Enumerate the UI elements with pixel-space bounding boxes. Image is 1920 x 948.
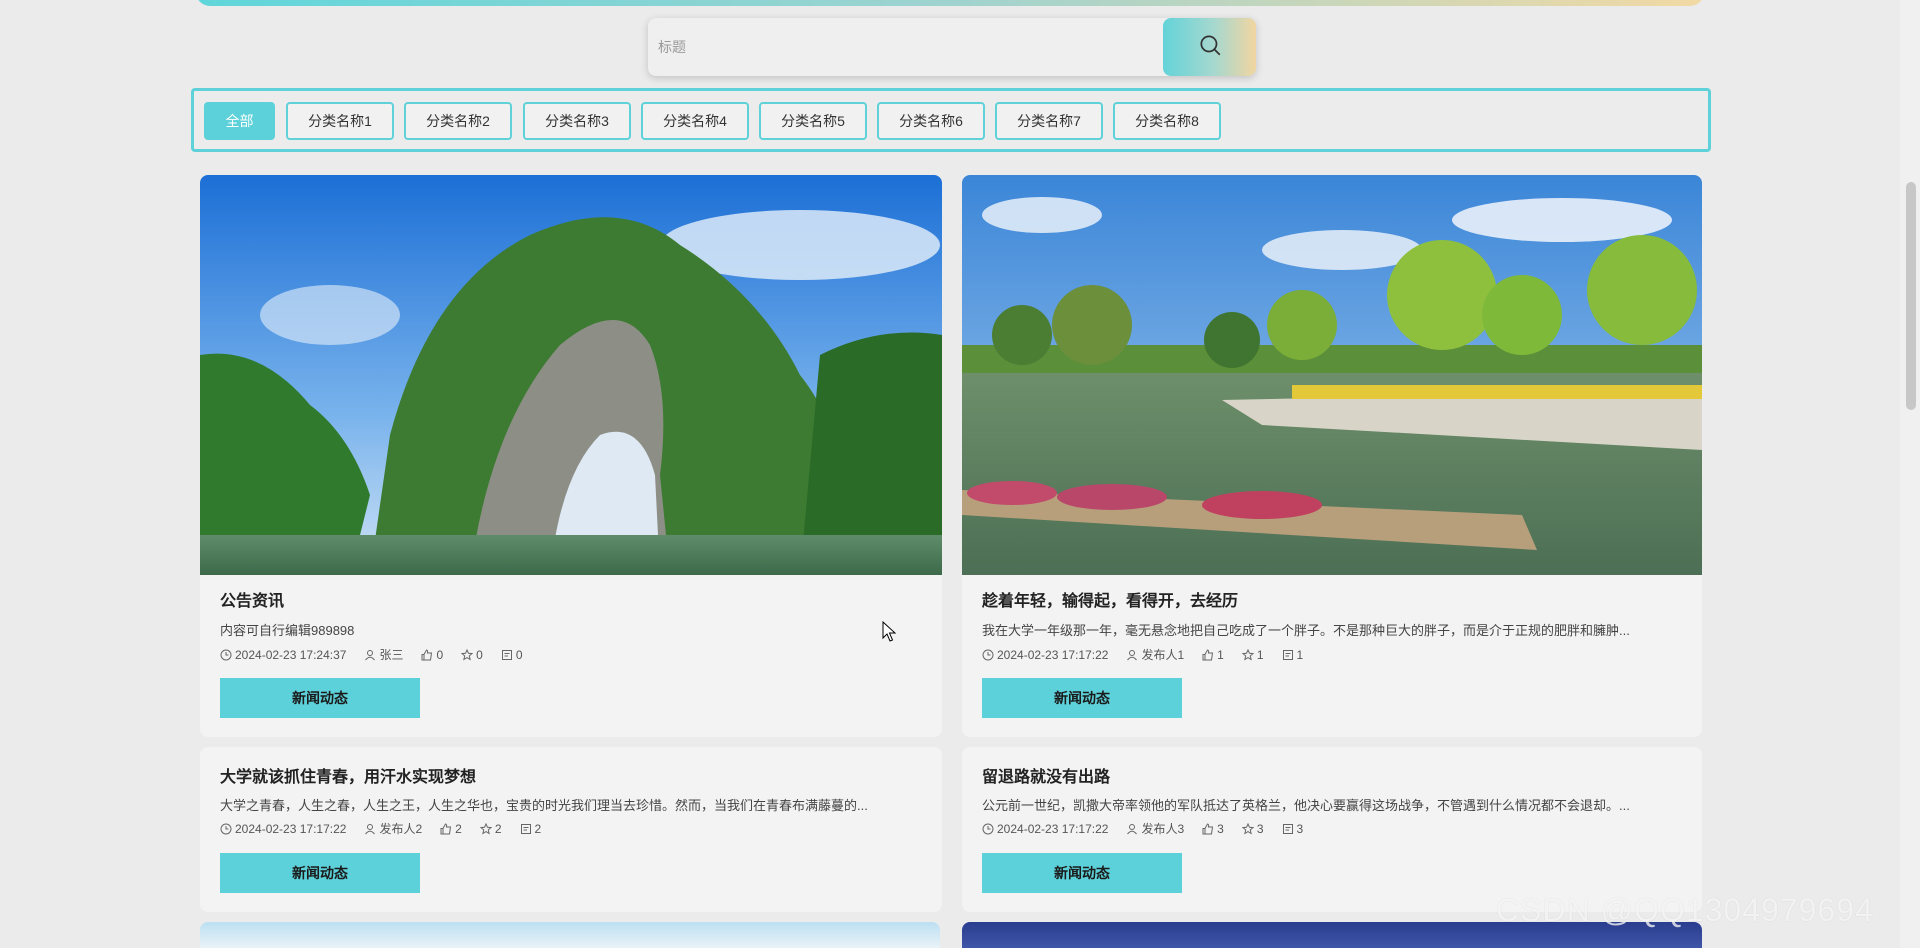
card-comments: 1 [1296,647,1304,662]
card-title[interactable]: 大学就该抓住青春，用汗水实现梦想 [220,763,476,787]
card-meta: 2024-02-23 17:17:22 发布人2 2 2 2 [220,820,559,837]
clock-icon [220,823,232,835]
card-meta: 2024-02-23 17:17:22 发布人3 3 3 3 [982,820,1321,837]
card-favorites: 1 [1256,647,1264,662]
news-card[interactable]: 留退路就没有出路 公元前一世纪，凯撒大帝率领他的军队抵达了英格兰，他决心要赢得这… [962,747,1702,912]
watermark: CSDN @QQ1304979694 [1496,892,1874,928]
category-3[interactable]: 分类名称3 [523,102,631,140]
clock-icon [220,649,232,661]
card-likes: 1 [1217,647,1224,662]
news-category-button[interactable]: 新闻动态 [220,853,420,893]
star-icon[interactable] [461,648,474,661]
news-category-button[interactable]: 新闻动态 [982,853,1182,893]
news-card[interactable]: 大学就该抓住青春，用汗水实现梦想 大学之青春，人生之春，人生之王，人生之华也，宝… [200,747,942,912]
user-icon [1126,823,1138,835]
clock-icon [982,823,994,835]
comment-icon[interactable] [1282,649,1294,661]
card-likes: 0 [436,647,444,662]
card-date: 2024-02-23 17:17:22 [997,647,1109,662]
star-icon[interactable] [479,822,492,835]
user-icon [1126,649,1138,661]
card-description: 公元前一世纪，凯撒大帝率领他的军队抵达了英格兰，他决心要赢得这场战争，不管遇到什… [982,798,1630,813]
star-icon[interactable] [1241,648,1254,661]
comment-icon[interactable] [501,649,513,661]
category-8[interactable]: 分类名称8 [1113,102,1221,140]
news-category-button[interactable]: 新闻动态 [982,678,1182,718]
news-card[interactable]: 趁着年轻，输得起，看得开，去经历 我在大学一年级那一年，毫无悬念地把自己吃成了一… [962,175,1702,737]
card-meta: 2024-02-23 17:17:22 发布人1 1 1 1 [982,646,1321,663]
header-gradient-bar [196,0,1704,6]
card-title[interactable]: 趁着年轻，输得起，看得开，去经历 [982,587,1238,611]
category-7[interactable]: 分类名称7 [995,102,1103,140]
search-button[interactable] [1163,18,1256,76]
scrollbar-thumb[interactable] [1906,182,1916,410]
card-author: 发布人3 [1141,822,1185,836]
card-date: 2024-02-23 17:17:22 [235,821,347,836]
card-image-karst-arch[interactable] [200,175,942,575]
card-title[interactable]: 公告资讯 [220,587,284,611]
card-description: 大学之青春，人生之春，人生之王，人生之华也，宝贵的时光我们理当去珍惜。然而，当我… [220,798,868,813]
card-description: 内容可自行编辑989898 [220,623,355,638]
card-author: 张三 [379,648,404,662]
card-meta: 2024-02-23 17:24:37 张三 0 0 0 [220,646,541,663]
search-input[interactable] [648,18,1160,76]
thumbs-up-icon[interactable] [1202,648,1214,661]
news-card-partial[interactable] [200,922,940,948]
card-comments: 2 [534,821,542,836]
category-1[interactable]: 分类名称1 [286,102,394,140]
thumbs-up-icon[interactable] [421,648,433,661]
scrollbar[interactable] [1900,0,1920,948]
star-icon[interactable] [1241,822,1254,835]
card-description: 我在大学一年级那一年，毫无悬念地把自己吃成了一个胖子。不是那种巨大的胖子，而是介… [982,623,1630,638]
category-4[interactable]: 分类名称4 [641,102,749,140]
comment-icon[interactable] [520,823,532,835]
card-comments: 3 [1296,821,1304,836]
card-favorites: 2 [494,821,502,836]
search-icon [1197,32,1223,62]
card-title[interactable]: 留退路就没有出路 [982,763,1110,787]
card-image-park-pond[interactable] [962,175,1702,575]
card-comments: 0 [515,647,523,662]
category-all[interactable]: 全部 [204,102,275,140]
category-filter-bar: 全部 分类名称1 分类名称2 分类名称3 分类名称4 分类名称5 分类名称6 分… [191,88,1711,152]
user-icon [364,649,376,661]
news-card[interactable]: 公告资讯 内容可自行编辑989898 2024-02-23 17:24:37 张… [200,175,942,737]
category-6[interactable]: 分类名称6 [877,102,985,140]
card-author: 发布人2 [379,822,423,836]
comment-icon[interactable] [1282,823,1294,835]
mouse-cursor-icon [882,621,897,642]
card-favorites: 0 [476,647,483,662]
news-category-button[interactable]: 新闻动态 [220,678,420,718]
category-5[interactable]: 分类名称5 [759,102,867,140]
clock-icon [982,649,994,661]
card-date: 2024-02-23 17:17:22 [997,821,1109,836]
card-likes: 3 [1217,821,1224,836]
card-date: 2024-02-23 17:24:37 [235,647,347,662]
category-2[interactable]: 分类名称2 [404,102,512,140]
card-author: 发布人1 [1141,648,1185,662]
card-favorites: 3 [1256,821,1264,836]
card-likes: 2 [455,821,462,836]
thumbs-up-icon[interactable] [1202,822,1214,835]
user-icon [364,823,376,835]
thumbs-up-icon[interactable] [440,822,452,835]
